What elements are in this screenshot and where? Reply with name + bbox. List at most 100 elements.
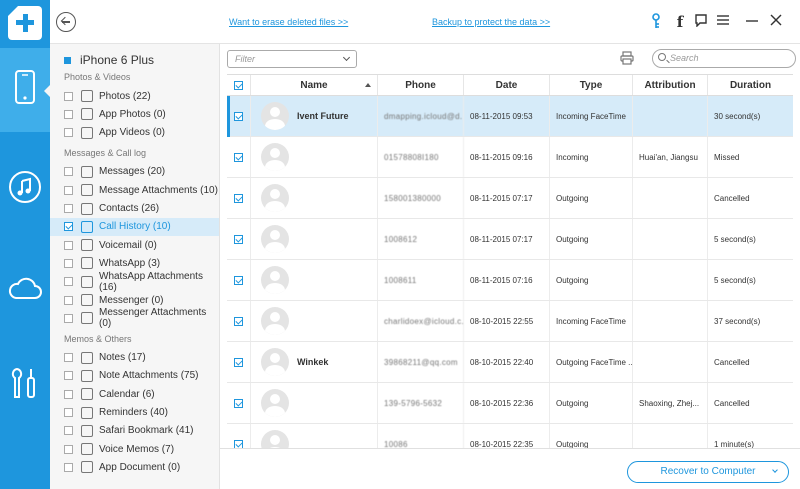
row-checkbox[interactable] bbox=[234, 152, 243, 162]
row-checkbox[interactable] bbox=[234, 439, 243, 448]
row-checkbox[interactable] bbox=[234, 357, 243, 367]
sidebar-item-checkbox[interactable] bbox=[64, 408, 73, 417]
row-checkbox[interactable] bbox=[234, 111, 243, 121]
row-checkbox-cell[interactable] bbox=[227, 301, 251, 341]
row-checkbox[interactable] bbox=[234, 234, 243, 244]
sidebar-item[interactable]: Call History (10) bbox=[50, 217, 219, 236]
sidebar-item[interactable]: Reminders (40) bbox=[50, 404, 219, 422]
sidebar-item[interactable]: Notes (17) bbox=[50, 349, 219, 367]
sidebar-item[interactable]: Message Attachments (10) bbox=[50, 181, 219, 199]
sidebar-item[interactable]: Contacts (26) bbox=[50, 200, 219, 218]
sidebar-item-checkbox[interactable] bbox=[64, 313, 73, 323]
sidebar-item-checkbox[interactable] bbox=[64, 240, 73, 250]
sidebar-item[interactable]: Messenger Attachments (0) bbox=[50, 307, 219, 329]
sidebar-item[interactable]: App Photos (0) bbox=[50, 105, 219, 123]
sidebar-item[interactable]: WhatsApp (3) bbox=[50, 254, 219, 272]
table-row[interactable]: 01578808I180 08-11-2015 09:16 Incoming Huai… bbox=[227, 137, 793, 178]
row-checkbox-cell[interactable] bbox=[227, 219, 251, 259]
cell-text: Incoming FaceTime bbox=[556, 316, 626, 326]
sidebar-item[interactable]: Note Attachments (75) bbox=[50, 367, 219, 385]
sidebar-item-checkbox[interactable] bbox=[64, 389, 73, 399]
column-header-phone[interactable]: Phone bbox=[378, 75, 464, 95]
table-row[interactable]: Ivent Future dmapping.icloud@d... 08-11-20… bbox=[227, 96, 793, 137]
column-header-date[interactable]: Date bbox=[464, 75, 550, 95]
row-checkbox[interactable] bbox=[234, 193, 243, 203]
table-row[interactable]: 1008611 08-11-2015 07:16 Outgoing 5 second(… bbox=[227, 260, 793, 301]
cell-text: 08-11-2015 07:16 bbox=[470, 275, 533, 285]
sidebar-item-checkbox[interactable] bbox=[64, 128, 73, 138]
table-row[interactable]: 10086 08-10-2015 22:35 Outgoing 1 minute(s) bbox=[227, 424, 793, 448]
row-checkbox[interactable] bbox=[234, 316, 243, 326]
erase-deleted-link[interactable]: Want to erase deleted files >> bbox=[229, 17, 348, 27]
table-row[interactable]: 1008612 08-11-2015 07:17 Outgoing 5 second(… bbox=[227, 219, 793, 260]
close-icon[interactable] bbox=[768, 13, 784, 31]
table-row[interactable]: 158001380000 08-11-2015 07:17 Outgoing Canc… bbox=[227, 178, 793, 219]
filter-dropdown[interactable]: Filter bbox=[227, 50, 357, 68]
app-logo-icon bbox=[8, 6, 42, 40]
select-all-checkbox-cell[interactable] bbox=[227, 75, 251, 95]
sidebar-item[interactable]: App Document (0) bbox=[50, 458, 219, 476]
row-checkbox-cell[interactable] bbox=[227, 260, 251, 300]
sidebar-item-checkbox[interactable] bbox=[64, 277, 73, 287]
device-name[interactable]: iPhone 6 Plus bbox=[64, 53, 154, 67]
sidebar-item[interactable]: Messenger (0) bbox=[50, 291, 219, 309]
sidebar-item-checkbox[interactable] bbox=[64, 222, 73, 232]
sidebar-item[interactable]: WhatsApp Attachments (16) bbox=[50, 271, 219, 293]
sidebar-item[interactable]: App Videos (0) bbox=[50, 124, 219, 142]
rail-item-icloud[interactable] bbox=[0, 276, 50, 300]
sidebar-item-checkbox[interactable] bbox=[64, 353, 73, 363]
row-checkbox-cell[interactable] bbox=[227, 178, 251, 218]
cell-name bbox=[251, 301, 378, 341]
column-header-attribution[interactable]: Attribution bbox=[633, 75, 708, 95]
table-row[interactable]: 139-5796-5632 08-10-2015 22:36 Outgoing Sha… bbox=[227, 383, 793, 424]
menu-icon[interactable] bbox=[715, 13, 731, 31]
sidebar-item[interactable]: Messages (20) bbox=[50, 163, 219, 181]
sidebar-item-checkbox[interactable] bbox=[64, 371, 73, 381]
sidebar-item[interactable]: Voice Memos (7) bbox=[50, 440, 219, 458]
feedback-icon[interactable] bbox=[693, 13, 709, 31]
column-header-duration[interactable]: Duration bbox=[708, 75, 793, 95]
backup-link[interactable]: Backup to protect the data >> bbox=[432, 17, 550, 27]
row-checkbox[interactable] bbox=[234, 398, 243, 408]
rail-item-device[interactable] bbox=[0, 70, 50, 104]
sidebar-item[interactable]: Photos (22) bbox=[50, 87, 219, 105]
sidebar-item-checkbox[interactable] bbox=[64, 109, 73, 119]
row-checkbox-cell[interactable] bbox=[227, 96, 251, 136]
row-checkbox-cell[interactable] bbox=[227, 137, 251, 177]
search-input[interactable]: Search bbox=[652, 49, 796, 68]
sidebar-item-checkbox[interactable] bbox=[64, 426, 73, 436]
cell-date: 08-10-2015 22:55 bbox=[464, 301, 550, 341]
row-checkbox-cell[interactable] bbox=[227, 342, 251, 382]
rail-item-itunes[interactable] bbox=[0, 170, 50, 204]
sidebar-item-checkbox[interactable] bbox=[64, 185, 73, 195]
cell-type: Incoming FaceTime bbox=[550, 301, 633, 341]
rail-item-tools[interactable] bbox=[0, 366, 50, 400]
column-header-type[interactable]: Type bbox=[550, 75, 633, 95]
sidebar-item-checkbox[interactable] bbox=[64, 444, 73, 454]
column-header-name[interactable]: Name bbox=[251, 75, 378, 95]
facebook-icon[interactable]: f bbox=[672, 13, 688, 31]
sidebar-item[interactable]: Safari Bookmark (41) bbox=[50, 422, 219, 440]
sidebar-item[interactable]: Voicemail (0) bbox=[50, 236, 219, 254]
document-icon bbox=[81, 461, 93, 474]
chevron-down-icon[interactable] bbox=[772, 467, 778, 473]
row-checkbox-cell[interactable] bbox=[227, 424, 251, 448]
sidebar-item-checkbox[interactable] bbox=[64, 91, 73, 101]
key-icon[interactable] bbox=[648, 13, 664, 31]
row-checkbox[interactable] bbox=[234, 275, 243, 285]
table-row[interactable]: charlidoex@icloud.c... 08-10-2015 22:55 In… bbox=[227, 301, 793, 342]
table-row[interactable]: Winkek 39868211@qq.com 08-10-2015 22:40 Out… bbox=[227, 342, 793, 383]
sidebar-item-checkbox[interactable] bbox=[64, 204, 73, 213]
sidebar-item[interactable]: Calendar (6) bbox=[50, 385, 219, 403]
sidebar-item-checkbox[interactable] bbox=[64, 258, 73, 268]
sidebar-item-checkbox[interactable] bbox=[64, 462, 73, 472]
sidebar-item-checkbox[interactable] bbox=[64, 167, 73, 177]
back-arrow-icon[interactable] bbox=[56, 12, 76, 32]
print-icon[interactable] bbox=[620, 51, 634, 65]
select-all-checkbox[interactable] bbox=[234, 80, 243, 90]
minimize-icon[interactable] bbox=[744, 13, 760, 31]
sidebar-section-title: Messages & Call log bbox=[64, 147, 147, 158]
recover-to-computer-button[interactable]: Recover to Computer bbox=[627, 461, 789, 483]
row-checkbox-cell[interactable] bbox=[227, 383, 251, 423]
sidebar-item-checkbox[interactable] bbox=[64, 295, 73, 305]
